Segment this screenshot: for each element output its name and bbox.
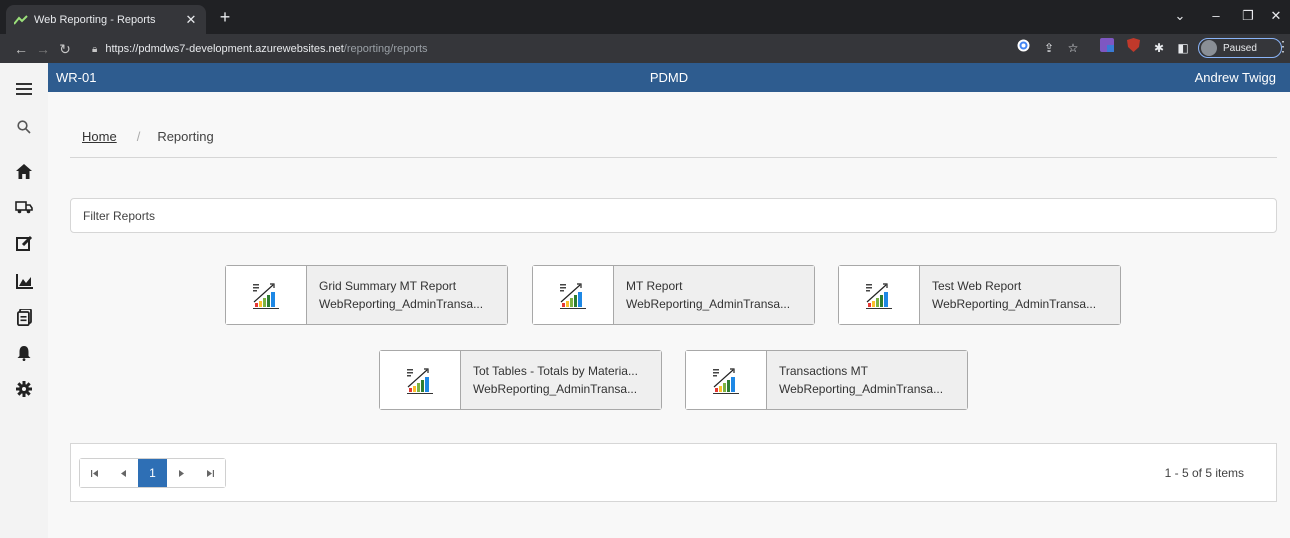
report-source: WebReporting_AdminTransa... [626,297,791,311]
report-card[interactable]: Test Web Report WebReporting_AdminTransa… [838,265,1121,325]
profile-paused-button[interactable]: Paused [1198,38,1282,58]
breadcrumb: Home / Reporting [82,129,214,144]
report-card[interactable]: MT Report WebReporting_AdminTransa... [532,265,815,325]
report-source: WebReporting_AdminTransa... [932,297,1097,311]
edit-icon[interactable] [14,233,34,253]
browser-toolbar: ← → ↻ 🔒︎ https://pdmdws7-development.azu… [0,34,1290,63]
documents-icon[interactable] [14,307,34,327]
profile-status: Paused [1223,42,1257,54]
url-host: https://pdmdws7-development.azurewebsite… [105,43,344,55]
tab-close-icon[interactable]: ✕ [184,12,198,28]
gear-icon[interactable] [14,379,34,399]
back-arrow-icon[interactable]: ← [10,38,32,60]
restore-icon[interactable]: ❐ [1236,7,1260,27]
tab-title: Web Reporting - Reports [34,13,156,26]
report-card[interactable]: Grid Summary MT Report WebReporting_Admi… [225,265,508,325]
reload-icon[interactable]: ↻ [54,38,76,60]
report-chart-icon [380,351,461,409]
report-source: WebReporting_AdminTransa... [779,382,944,396]
site-favicon-icon [14,14,28,25]
user-name[interactable]: Andrew Twigg [1195,70,1276,85]
extension-ublock-icon[interactable] [1124,38,1142,58]
share-icon[interactable]: ⇪ [1040,38,1058,58]
home-icon[interactable] [14,161,34,181]
browser-tab[interactable]: Web Reporting - Reports ✕ [6,5,206,34]
breadcrumb-current: Reporting [157,129,214,144]
minimize-icon[interactable]: – [1204,7,1228,27]
next-page-icon[interactable] [167,459,196,487]
menu-icon[interactable] [14,79,34,99]
pager-buttons: 1 [79,458,226,488]
page-button[interactable]: 1 [138,459,167,487]
breadcrumb-home-link[interactable]: Home [82,129,117,144]
report-source: WebReporting_AdminTransa... [319,297,484,311]
report-card[interactable]: Transactions MT WebReporting_AdminTransa… [685,350,968,410]
address-bar[interactable]: 🔒︎ https://pdmdws7-development.azurewebs… [92,38,992,60]
bell-icon[interactable] [14,343,34,363]
extension-p-icon[interactable] [1098,38,1116,58]
report-name: Test Web Report [932,279,1022,293]
previous-page-icon[interactable] [109,459,138,487]
chart-icon[interactable] [14,271,34,291]
forward-arrow-icon[interactable]: → [32,38,54,60]
app-title: PDMD [649,70,689,85]
report-name: Tot Tables - Totals by Materia... [473,364,638,378]
report-name: Grid Summary MT Report [319,279,457,293]
report-chart-icon [686,351,767,409]
report-name: Transactions MT [779,364,868,378]
sidebar [0,63,48,538]
side-panel-icon[interactable]: ◧ [1174,38,1192,58]
report-chart-icon [226,266,307,324]
tab-search-icon[interactable]: ⌄ [1168,7,1192,27]
report-chart-icon [839,266,920,324]
pager: 1 1 - 5 of 5 items [70,443,1277,502]
report-card[interactable]: Tot Tables - Totals by Materia... WebRep… [379,350,662,410]
search-icon[interactable] [14,117,34,137]
pager-info: 1 - 5 of 5 items [1164,466,1244,480]
last-page-icon[interactable] [196,459,225,487]
url-path: /reporting/reports [343,43,428,55]
divider [70,157,1277,158]
window-close-icon[interactable]: ✕ [1264,7,1288,27]
truck-icon[interactable] [14,197,34,217]
report-name: MT Report [626,279,683,293]
breadcrumb-separator: / [136,129,141,144]
new-tab-button[interactable]: + [214,7,236,29]
avatar [1201,40,1217,56]
report-chart-icon [533,266,614,324]
browser-tab-strip: Web Reporting - Reports ✕ + ⌄ – ❐ ✕ [0,0,1290,34]
lock-icon: 🔒︎ [92,43,98,55]
app-header: WR-01 PDMD Andrew Twigg [48,63,1290,92]
first-page-icon[interactable] [80,459,109,487]
extensions-puzzle-icon[interactable]: ✱ [1150,38,1168,58]
bookmark-star-icon[interactable]: ☆ [1064,38,1082,58]
google-icon[interactable] [1014,38,1032,58]
browser-menu-icon[interactable]: ⋮ [1276,38,1290,55]
report-source: WebReporting_AdminTransa... [473,382,638,396]
filter-reports-input[interactable] [70,198,1277,233]
